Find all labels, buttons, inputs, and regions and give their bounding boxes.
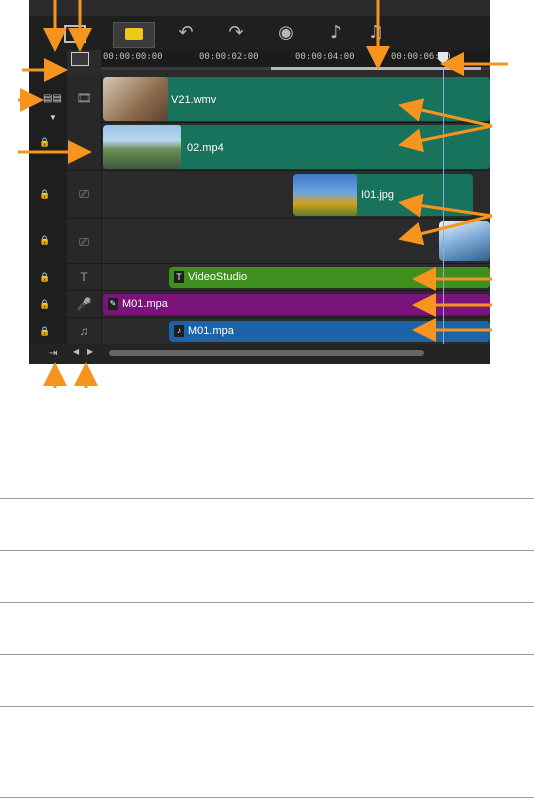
table-rule — [0, 797, 534, 798]
table-rule — [0, 550, 534, 551]
annotation-arrows — [18, 0, 508, 388]
table-rule — [0, 654, 534, 655]
table-rule — [0, 706, 534, 707]
table-rule — [0, 602, 534, 603]
table-rule — [0, 498, 534, 499]
